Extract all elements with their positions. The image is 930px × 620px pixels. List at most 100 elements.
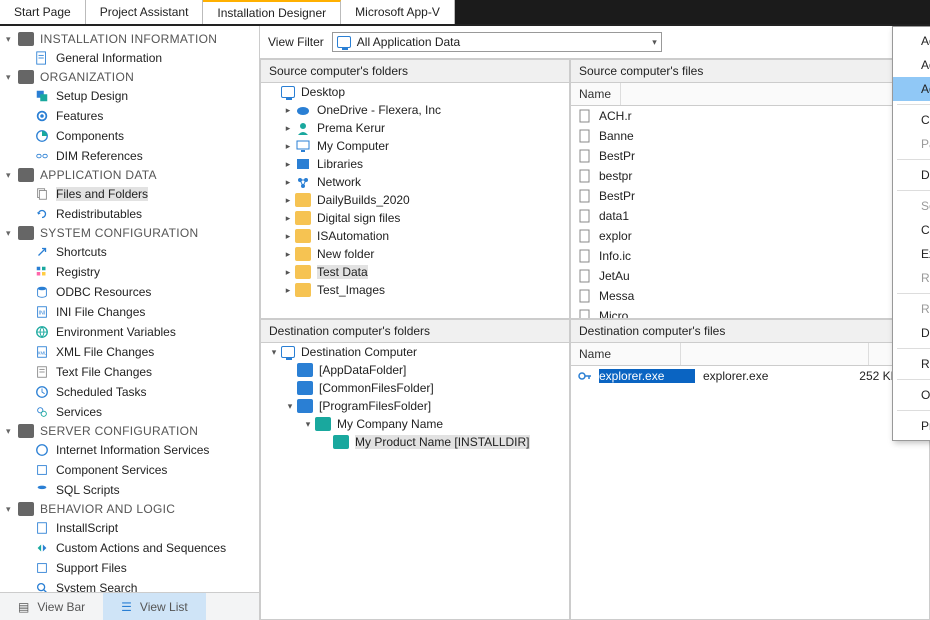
sidebar-item-shortcuts[interactable]: Shortcuts xyxy=(0,242,259,262)
file-icon xyxy=(577,188,593,204)
menu-item[interactable]: Clear Key File xyxy=(893,218,930,242)
chevron-right-icon: ▸ xyxy=(281,231,295,242)
file-row[interactable]: data1 xyxy=(571,206,929,226)
section-server-configuration[interactable]: ▾SERVER CONFIGURATION xyxy=(0,422,259,440)
menu-item[interactable]: CopyCtrl+C xyxy=(893,108,930,132)
folder-row[interactable]: ▸Libraries xyxy=(261,155,569,173)
sidebar-item-services[interactable]: Services xyxy=(0,402,259,422)
sidebar-item-support-files[interactable]: Support Files xyxy=(0,558,259,578)
xml-icon: XML xyxy=(34,344,50,360)
source-folders-body[interactable]: Desktop ▸OneDrive - Flexera, Inc▸Prema K… xyxy=(261,83,569,318)
menu-item[interactable]: Add Shortcut xyxy=(893,77,930,101)
menu-item[interactable]: Add File... xyxy=(893,29,930,53)
folder-company[interactable]: ▾My Company Name xyxy=(261,415,569,433)
section-organization[interactable]: ▾ORGANIZATION xyxy=(0,68,259,86)
sidebar-item-iis[interactable]: Internet Information Services xyxy=(0,440,259,460)
tab-start-page[interactable]: Start Page xyxy=(0,0,86,24)
tab-installation-designer[interactable]: Installation Designer xyxy=(203,0,341,24)
tabs-spacer xyxy=(455,0,930,24)
file-icon xyxy=(577,268,593,284)
folder-icon xyxy=(315,417,331,431)
menu-item[interactable]: Properties xyxy=(893,414,930,438)
folder-desktop[interactable]: Desktop xyxy=(261,83,569,101)
col-link[interactable] xyxy=(681,343,869,365)
folder-row[interactable]: ▸Test_Images xyxy=(261,281,569,299)
folder-row[interactable]: ▸Network xyxy=(261,173,569,191)
view-bar-button[interactable]: ▤View Bar xyxy=(0,593,103,620)
file-row[interactable]: bestpr xyxy=(571,166,929,186)
folder-row[interactable]: ▸New folder xyxy=(261,245,569,263)
file-row[interactable]: ACH.r xyxy=(571,106,929,126)
sidebar-item-system-search[interactable]: System Search xyxy=(0,578,259,592)
link-icon xyxy=(34,148,50,164)
folder-row[interactable]: ▸OneDrive - Flexera, Inc xyxy=(261,101,569,119)
source-folders-pane: Source computer's folders Desktop ▸OneDr… xyxy=(260,59,570,319)
folder-commonfiles[interactable]: [CommonFilesFolder] xyxy=(261,379,569,397)
file-row[interactable]: Micro xyxy=(571,306,929,318)
sidebar-item-text[interactable]: Text File Changes xyxy=(0,362,259,382)
dest-folders-body[interactable]: ▾Destination Computer [AppDataFolder] [C… xyxy=(261,343,569,619)
menu-item[interactable]: Dependencies from scan at build... xyxy=(893,321,930,345)
sidebar-item-odbc[interactable]: ODBC Resources xyxy=(0,282,259,302)
col-name[interactable]: Name xyxy=(571,83,621,105)
file-row[interactable]: BestPr xyxy=(571,186,929,206)
folder-row[interactable]: ▸My Computer xyxy=(261,137,569,155)
section-installation-information[interactable]: ▾INSTALLATION INFORMATION xyxy=(0,30,259,48)
file-row[interactable]: Banne xyxy=(571,126,929,146)
sidebar-item-env[interactable]: Environment Variables xyxy=(0,322,259,342)
chevron-down-icon: ▾ xyxy=(652,37,657,48)
col-name[interactable]: Name xyxy=(571,343,681,365)
section-application-data[interactable]: ▾APPLICATION DATA xyxy=(0,166,259,184)
file-icon xyxy=(577,148,593,164)
file-row[interactable]: BestPr xyxy=(571,146,929,166)
menu-item[interactable]: DeleteDel xyxy=(893,163,930,187)
source-files-body[interactable]: Name ACH.rBanneBestPrbestprBestPrdata1ex… xyxy=(571,83,929,318)
menu-item[interactable]: Extract COM Data for Key File xyxy=(893,242,930,266)
folder-icon xyxy=(333,435,349,449)
sidebar-item-setup-design[interactable]: Setup Design xyxy=(0,86,259,106)
chevron-right-icon: ▸ xyxy=(281,213,295,224)
sidebar-item-files-folders[interactable]: Files and Folders xyxy=(0,184,259,204)
menu-item[interactable]: Add File Removal... xyxy=(893,53,930,77)
folder-row[interactable]: ▸Prema Kerur xyxy=(261,119,569,137)
sidebar-item-features[interactable]: Features xyxy=(0,106,259,126)
file-row[interactable]: JetAu xyxy=(571,266,929,286)
folder-row[interactable]: ▸Test Data xyxy=(261,263,569,281)
file-row[interactable]: explor xyxy=(571,226,929,246)
sidebar-item-redistributables[interactable]: Redistributables xyxy=(0,204,259,224)
sidebar-item-registry[interactable]: Registry xyxy=(0,262,259,282)
file-row[interactable]: Messa xyxy=(571,286,929,306)
view-filter-select[interactable]: All Application Data ▾ xyxy=(332,32,662,52)
folder-appdata[interactable]: [AppDataFolder] xyxy=(261,361,569,379)
folder-dest-computer[interactable]: ▾Destination Computer xyxy=(261,343,569,361)
folder-product[interactable]: My Product Name [INSTALLDIR] xyxy=(261,433,569,451)
sidebar-item-dim-references[interactable]: DIM References xyxy=(0,146,259,166)
sidebar-item-components[interactable]: Components xyxy=(0,126,259,146)
sidebar-item-scheduled[interactable]: Scheduled Tasks xyxy=(0,382,259,402)
tab-microsoft-appv[interactable]: Microsoft App-V xyxy=(341,0,455,24)
menu-item[interactable]: Refresh xyxy=(893,352,930,376)
dest-files-body[interactable]: Name explorer.exe explorer.exe 252 KB <F xyxy=(571,343,929,619)
sidebar-item-custom-actions[interactable]: Custom Actions and Sequences xyxy=(0,538,259,558)
folder-row[interactable]: ▸Digital sign files xyxy=(261,209,569,227)
file-row[interactable]: Info.ic xyxy=(571,246,929,266)
services-icon xyxy=(34,404,50,420)
folder-programfiles[interactable]: ▾[ProgramFilesFolder] xyxy=(261,397,569,415)
menu-item[interactable]: Open Containing Folder xyxy=(893,383,930,407)
section-behavior-logic[interactable]: ▾BEHAVIOR AND LOGIC xyxy=(0,500,259,518)
folder-row[interactable]: ▸ISAutomation xyxy=(261,227,569,245)
file-explorer[interactable]: explorer.exe explorer.exe 252 KB <F xyxy=(571,366,929,386)
folder-icon xyxy=(18,32,34,46)
view-list-button[interactable]: ☰View List xyxy=(103,593,206,620)
sidebar-item-component-services[interactable]: Component Services xyxy=(0,460,259,480)
sidebar-item-sql[interactable]: SQL Scripts xyxy=(0,480,259,500)
sidebar-item-ini[interactable]: INIINI File Changes xyxy=(0,302,259,322)
sidebar-item-xml[interactable]: XMLXML File Changes xyxy=(0,342,259,362)
sql-icon xyxy=(34,482,50,498)
folder-row[interactable]: ▸DailyBuilds_2020 xyxy=(261,191,569,209)
sidebar-item-installscript[interactable]: InstallScript xyxy=(0,518,259,538)
sidebar-item-general-information[interactable]: General Information xyxy=(0,48,259,68)
section-system-configuration[interactable]: ▾SYSTEM CONFIGURATION xyxy=(0,224,259,242)
tab-project-assistant[interactable]: Project Assistant xyxy=(86,0,204,24)
sidebar-tree[interactable]: ▾INSTALLATION INFORMATION General Inform… xyxy=(0,26,259,592)
